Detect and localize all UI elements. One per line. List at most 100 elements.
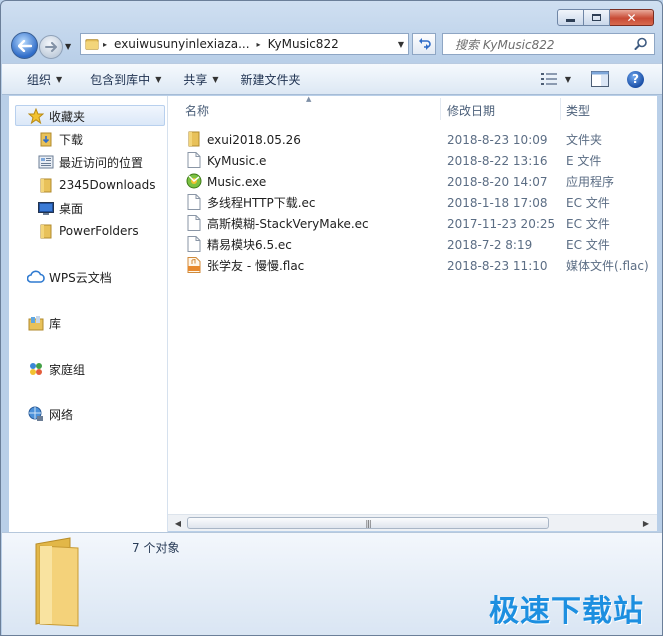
file-type: 媒体文件(.flac) (566, 259, 649, 273)
search-box[interactable] (442, 33, 655, 55)
share-button[interactable]: 共享 ▼ (172, 67, 229, 91)
recent-places-icon (37, 154, 55, 170)
refresh-button[interactable] (412, 33, 436, 55)
file-type: E 文件 (566, 154, 602, 168)
recent-pages-dropdown[interactable]: ▼ (65, 42, 71, 51)
column-header-type[interactable]: 类型 (566, 102, 590, 119)
column-header-date[interactable]: 修改日期 (447, 102, 495, 119)
nav-item-2345downloads[interactable]: 2345Downloads (37, 175, 155, 195)
nav-item-library[interactable]: 库 (27, 313, 61, 333)
breadcrumb-separator[interactable]: ▸ (99, 40, 111, 49)
forward-button[interactable] (39, 35, 63, 59)
nav-item-network[interactable]: 网络 (27, 404, 73, 424)
help-icon: ? (632, 72, 639, 86)
chevron-down-icon: ▼ (564, 74, 571, 84)
organize-button[interactable]: 组织 ▼ (16, 67, 73, 91)
nav-item-wps-cloud[interactable]: WPS云文档 (27, 267, 112, 287)
chevron-down-icon: ▼ (155, 74, 162, 84)
view-options-button[interactable]: ▼ (540, 73, 571, 85)
include-in-library-button[interactable]: 包含到库中 ▼ (79, 67, 172, 91)
nav-label: 2345Downloads (59, 178, 156, 192)
breadcrumb-separator[interactable]: ▸ (253, 40, 265, 49)
preview-pane-icon[interactable] (591, 71, 609, 87)
view-list-icon (540, 73, 557, 85)
back-arrow-icon (17, 39, 32, 52)
music-app-icon (186, 173, 202, 189)
file-name: 张学友 - 慢慢.flac (207, 259, 305, 273)
nav-item-downloads[interactable]: 下载 (37, 129, 83, 149)
downloads-folder-icon (37, 131, 55, 147)
new-folder-button[interactable]: 新建文件夹 (230, 67, 312, 91)
file-row[interactable]: 高斯模糊-StackVeryMake.ec 2017-11-23 20:25 E… (168, 213, 657, 234)
file-name: 高斯模糊-StackVeryMake.ec (207, 217, 369, 231)
file-date: 2018-8-23 10:09 (447, 132, 548, 147)
scrollbar-thumb[interactable]: ||| (187, 517, 549, 529)
file-row[interactable]: 精易模块6.5.ec 2018-7-2 8:19 EC 文件 (168, 234, 657, 255)
file-name: 精易模块6.5.ec (207, 238, 292, 252)
nav-item-desktop[interactable]: 桌面 (37, 198, 83, 218)
nav-label: 库 (49, 316, 62, 331)
column-divider[interactable] (440, 98, 441, 120)
folder-icon (37, 223, 55, 239)
file-type: 应用程序 (566, 175, 615, 189)
flac-icon (186, 257, 202, 273)
chevron-down-icon: ▼ (56, 74, 63, 84)
file-type: EC 文件 (566, 196, 610, 210)
nav-label: PowerFolders (59, 224, 139, 238)
file-row[interactable]: 张学友 - 慢慢.flac 2018-8-23 11:10 媒体文件(.flac… (168, 255, 657, 276)
nav-label: 网络 (49, 407, 74, 422)
column-divider[interactable] (560, 98, 561, 120)
column-header-row: ▲ 名称 修改日期 类型 (168, 95, 657, 122)
close-button[interactable]: ✕ (610, 9, 654, 26)
address-bar[interactable]: ▸ exuiwusunyinlexiaza... ▸ KyMusic822 ▼ (80, 33, 409, 55)
folder-icon (186, 131, 202, 147)
file-date: 2018-8-23 11:10 (447, 258, 548, 273)
nav-item-powerfolders[interactable]: PowerFolders (37, 221, 139, 241)
folder-icon (37, 177, 55, 193)
scroll-right-button[interactable]: ▶ (639, 517, 653, 529)
maximize-icon (592, 14, 601, 21)
file-date: 2018-7-2 8:19 (447, 237, 533, 252)
nav-label: 最近访问的位置 (59, 155, 144, 170)
file-row[interactable]: KyMusic.e 2018-8-22 13:16 E 文件 (168, 150, 657, 171)
breadcrumb-current[interactable]: KyMusic822 (265, 34, 342, 54)
nav-label: 家庭组 (49, 362, 86, 377)
file-name: exui2018.05.26 (207, 132, 301, 147)
breadcrumb-segment[interactable]: exuiwusunyinlexiaza... (111, 34, 253, 54)
close-icon: ✕ (626, 10, 637, 25)
scroll-left-button[interactable]: ◀ (171, 517, 185, 529)
file-list: ▲ 名称 修改日期 类型 exui2018.05.26 2018-8-23 10… (168, 95, 657, 514)
column-header-name[interactable]: 名称 (185, 102, 209, 119)
address-dropdown[interactable]: ▼ (394, 40, 408, 49)
file-type: EC 文件 (566, 217, 610, 231)
navigation-pane: 收藏夹 下载 最近访问的位置 2345Downloads 桌面 PowerFol… (9, 96, 168, 532)
file-row[interactable]: 多线程HTTP下载.ec 2018-1-18 17:08 EC 文件 (168, 192, 657, 213)
nav-item-recent[interactable]: 最近访问的位置 (37, 152, 143, 172)
share-label: 共享 (183, 72, 208, 87)
file-name: 多线程HTTP下载.ec (207, 196, 316, 210)
nav-item-favorites[interactable]: 收藏夹 (27, 106, 85, 126)
maximize-button[interactable] (584, 9, 610, 26)
minimize-icon (566, 19, 575, 22)
file-row[interactable]: exui2018.05.26 2018-8-23 10:09 文件夹 (168, 129, 657, 150)
file-row[interactable]: Music.exe 2018-8-20 14:07 应用程序 (168, 171, 657, 192)
star-icon (27, 108, 45, 124)
desktop-icon (37, 200, 55, 216)
back-button[interactable] (11, 32, 38, 59)
large-folder-icon (35, 537, 79, 627)
nav-label: 收藏夹 (49, 109, 86, 124)
caption-buttons: ✕ (557, 9, 654, 26)
file-name: KyMusic.e (207, 153, 267, 168)
minimize-button[interactable] (557, 9, 584, 26)
sort-ascending-icon: ▲ (306, 95, 312, 103)
search-input[interactable] (453, 35, 632, 55)
horizontal-scrollbar[interactable]: ◀ ||| ▶ (168, 514, 657, 531)
network-icon (27, 406, 45, 422)
search-icon[interactable] (634, 37, 648, 51)
file-icon (186, 194, 202, 210)
help-button[interactable]: ? (627, 70, 644, 88)
include-in-library-label: 包含到库中 (90, 72, 151, 87)
nav-item-homegroup[interactable]: 家庭组 (27, 359, 85, 379)
file-icon (186, 236, 202, 252)
file-icon (186, 215, 202, 231)
